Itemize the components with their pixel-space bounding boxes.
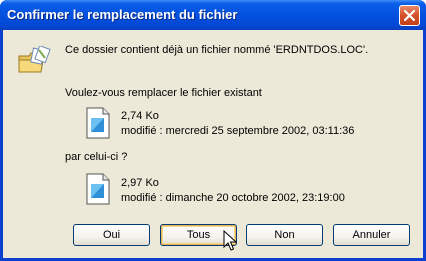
message-question: Voulez-vous remplacer le fichier existan… <box>65 87 262 99</box>
yes-to-all-button[interactable]: Tous <box>160 224 237 246</box>
new-file-icon <box>86 173 110 205</box>
new-file-modified: modifié : dimanche 20 octobre 2002, 23:1… <box>121 192 345 204</box>
yes-button[interactable]: Oui <box>73 224 150 246</box>
dialog-body: Ce dossier contient déjà un fichier nomm… <box>3 30 423 258</box>
existing-file-modified: modifié : mercredi 25 septembre 2002, 03… <box>121 125 355 137</box>
by-this-label: par celui-ci ? <box>65 151 128 163</box>
no-button[interactable]: Non <box>246 224 323 246</box>
dialog-window: Confirmer le remplacement du fichier Ce … <box>0 0 426 261</box>
new-file-size: 2,97 Ko <box>121 177 159 189</box>
folder-replace-icon <box>18 46 51 73</box>
title-bar[interactable]: Confirmer le remplacement du fichier <box>0 0 426 30</box>
dialog-title: Confirmer le remplacement du fichier <box>7 7 238 22</box>
close-button[interactable] <box>399 5 420 26</box>
existing-file-icon <box>86 107 110 139</box>
existing-file-size: 2,74 Ko <box>121 110 159 122</box>
cancel-button[interactable]: Annuler <box>333 224 410 246</box>
close-icon <box>404 10 415 21</box>
message-intro: Ce dossier contient déjà un fichier nomm… <box>65 44 369 56</box>
